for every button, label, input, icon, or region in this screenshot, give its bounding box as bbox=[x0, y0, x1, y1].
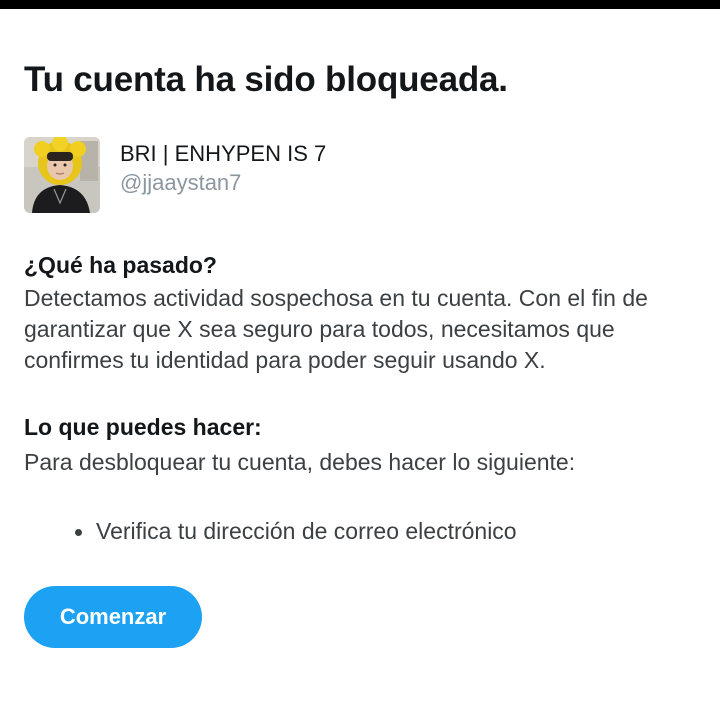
what-happened-text: Detectamos actividad sospechosa en tu cu… bbox=[24, 285, 648, 373]
avatar bbox=[24, 137, 100, 213]
list-item: Verifica tu dirección de correo electrón… bbox=[72, 516, 517, 547]
account-handle: @jjaaystan7 bbox=[120, 170, 242, 195]
steps-list: Verifica tu dirección de correo electrón… bbox=[72, 516, 517, 547]
page-title: Tu cuenta ha sido bloqueada. bbox=[24, 60, 508, 99]
bullet-icon bbox=[75, 529, 82, 536]
start-button[interactable]: Comenzar bbox=[24, 586, 202, 648]
what-to-do-heading: Lo que puedes hacer: bbox=[24, 414, 262, 440]
what-to-do-text: Para desbloquear tu cuenta, debes hacer … bbox=[24, 449, 576, 475]
account-display-name: BRI | ENHYPEN IS 7 bbox=[120, 141, 327, 166]
what-happened-heading: ¿Qué ha pasado? bbox=[24, 252, 217, 278]
top-status-bar bbox=[0, 0, 720, 9]
step-verify-email: Verifica tu dirección de correo electrón… bbox=[96, 518, 517, 544]
user-photo-avatar-icon bbox=[24, 137, 100, 213]
